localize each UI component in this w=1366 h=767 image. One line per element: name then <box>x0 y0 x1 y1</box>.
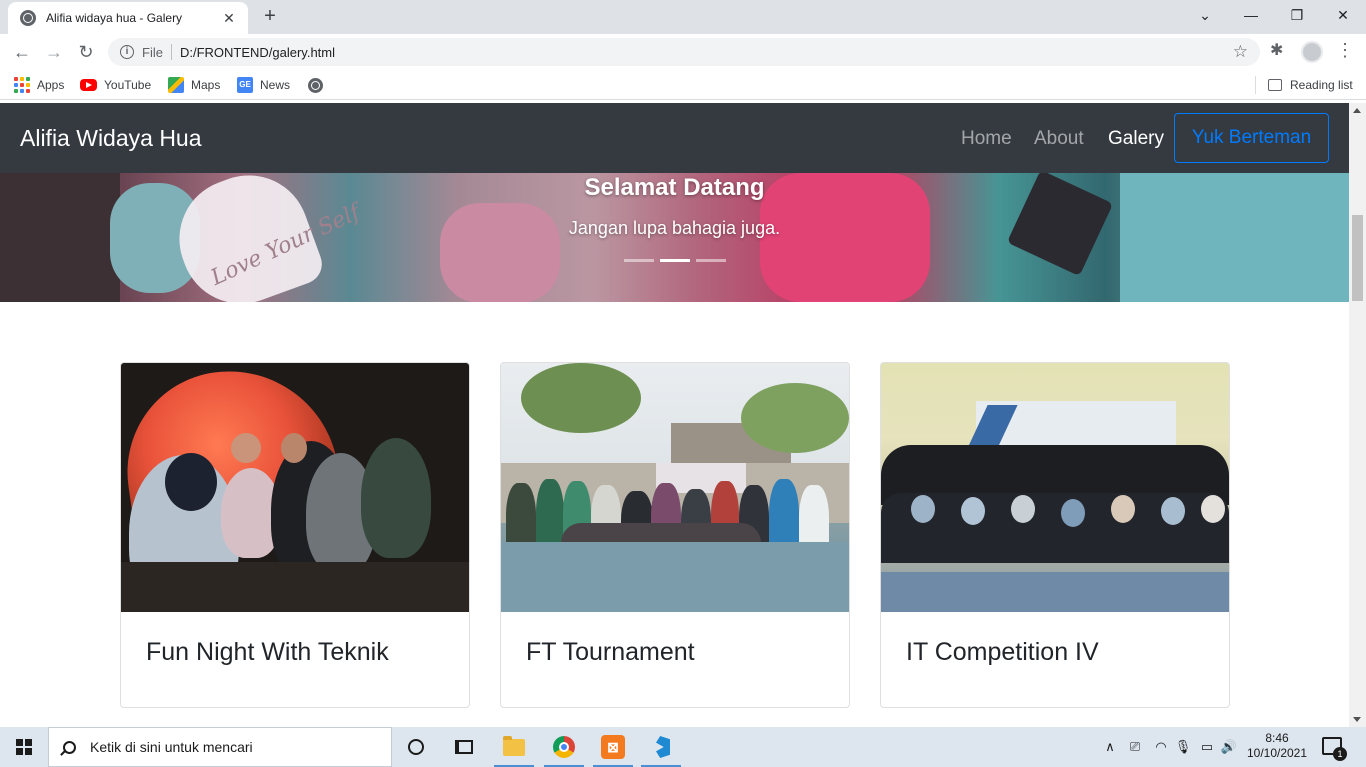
tab-search-icon[interactable]: ⌄ <box>1182 4 1228 26</box>
tray-chevron-icon[interactable]: ∧ <box>1100 727 1120 767</box>
browser-toolbar: ← → ↻ i File D:/FRONTEND/galery.html ☆ ✱… <box>0 34 1366 70</box>
bookmark-apps[interactable]: Apps <box>14 76 64 94</box>
clock-date: 10/10/2021 <box>1246 746 1308 760</box>
reading-list-icon <box>1268 79 1282 91</box>
bookmark-maps-label: Maps <box>191 78 221 92</box>
windows-icon <box>16 739 32 755</box>
info-icon[interactable]: i <box>120 45 134 59</box>
nav-link-home[interactable]: Home <box>961 128 1012 150</box>
vscode-button[interactable] <box>637 727 685 767</box>
gallery-card[interactable]: Fun Night With Teknik <box>120 362 470 708</box>
xampp-icon: ⊠ <box>601 735 625 759</box>
taskbar-search-placeholder: Ketik di sini untuk mencari <box>90 739 253 755</box>
task-view-button[interactable] <box>440 727 488 767</box>
bookmark-news-label: News <box>260 78 291 92</box>
hero-carousel: Love Your Self Selamat Datang Jangan lup… <box>0 173 1349 302</box>
start-button[interactable] <box>0 727 48 767</box>
file-explorer-button[interactable] <box>490 727 538 767</box>
carousel-indicator[interactable] <box>624 259 654 262</box>
cortana-button[interactable] <box>392 727 440 767</box>
close-window-button[interactable]: ✕ <box>1320 4 1366 26</box>
back-button[interactable]: ← <box>10 40 34 64</box>
site-navbar: Alifia Widaya Hua Home About Galery Yuk … <box>0 103 1349 173</box>
bookmark-globe[interactable] <box>308 76 323 94</box>
reading-list-label: Reading list <box>1290 78 1353 92</box>
address-bar[interactable]: i File D:/FRONTEND/galery.html ☆ <box>108 38 1260 66</box>
bookmarks-bar: Apps YouTube Maps GE News Reading list <box>0 70 1366 100</box>
globe-icon <box>308 77 323 93</box>
bookmark-youtube[interactable]: YouTube <box>80 76 151 94</box>
card-title: IT Competition IV <box>906 638 1099 666</box>
page-scrollbar[interactable] <box>1349 103 1366 727</box>
browser-tab[interactable]: Alifia widaya hua - Galery ✕ <box>8 2 248 34</box>
cortana-icon <box>408 739 424 755</box>
profile-avatar[interactable] <box>1301 41 1323 63</box>
volume-icon[interactable]: 🔊 <box>1218 727 1240 767</box>
card-image <box>881 363 1229 612</box>
scroll-thumb[interactable] <box>1352 215 1363 301</box>
wifi-icon[interactable]: ◠ <box>1150 727 1172 767</box>
yuk-berteman-button[interactable]: Yuk Berteman <box>1174 113 1329 163</box>
carousel-indicators <box>624 259 726 262</box>
notification-badge: 1 <box>1333 747 1347 761</box>
windows-taskbar: Ketik di sini untuk mencari ⊠ ∧ ⎚ ◠ 🎙 ▭ … <box>0 727 1366 767</box>
folder-icon <box>503 735 525 756</box>
scroll-down-icon[interactable] <box>1353 717 1361 722</box>
card-image <box>121 363 469 612</box>
xampp-button[interactable]: ⊠ <box>589 727 637 767</box>
close-tab-icon[interactable]: ✕ <box>220 10 238 27</box>
nav-link-galery[interactable]: Galery <box>1108 128 1164 150</box>
task-view-icon <box>455 740 473 754</box>
forward-button[interactable]: → <box>42 40 66 64</box>
nav-link-about[interactable]: About <box>1034 128 1084 150</box>
vscode-icon <box>650 736 672 758</box>
bookmarks-divider <box>1255 76 1256 94</box>
search-icon <box>63 740 76 754</box>
scheme-label: File <box>142 44 163 60</box>
bookmark-apps-label: Apps <box>37 78 65 92</box>
bookmark-youtube-label: YouTube <box>104 78 152 92</box>
microphone-icon[interactable]: 🎙 <box>1172 727 1194 767</box>
gallery-card[interactable]: FT Tournament <box>500 362 850 708</box>
battery-icon[interactable]: ▭ <box>1196 727 1218 767</box>
chrome-icon <box>553 736 575 758</box>
minimize-button[interactable]: — <box>1228 4 1274 26</box>
site-brand[interactable]: Alifia Widaya Hua <box>20 125 202 152</box>
bookmark-star-icon[interactable]: ☆ <box>1233 42 1248 62</box>
apps-grid-icon <box>14 77 30 93</box>
bookmark-news[interactable]: GE News <box>237 76 290 94</box>
hero-title: Selamat Datang <box>584 174 765 201</box>
gallery-card[interactable]: IT Competition IV <box>880 362 1230 708</box>
carousel-indicator[interactable] <box>696 259 726 262</box>
address-divider <box>170 44 172 60</box>
youtube-icon <box>80 79 97 91</box>
page-viewport: Alifia Widaya Hua Home About Galery Yuk … <box>0 103 1349 727</box>
news-icon: GE <box>237 77 253 93</box>
card-title: FT Tournament <box>526 638 695 666</box>
bookmark-maps[interactable]: Maps <box>168 76 220 94</box>
tab-title: Alifia widaya hua - Galery <box>46 11 183 25</box>
url-text[interactable]: D:/FRONTEND/galery.html <box>180 45 335 60</box>
card-title: Fun Night With Teknik <box>146 638 389 666</box>
taskbar-search[interactable]: Ketik di sini untuk mencari <box>48 727 392 767</box>
taskbar-clock[interactable]: 8:46 10/10/2021 <box>1244 731 1310 761</box>
browser-menu-icon[interactable]: ⋮ <box>1336 40 1354 61</box>
scroll-up-icon[interactable] <box>1353 108 1361 113</box>
restore-button[interactable]: ❐ <box>1274 4 1320 26</box>
chrome-button[interactable] <box>540 727 588 767</box>
card-image <box>501 363 849 612</box>
maps-icon <box>168 77 184 93</box>
extensions-icon[interactable]: ✱ <box>1270 40 1283 60</box>
new-tab-button[interactable]: + <box>259 6 281 28</box>
meet-now-icon[interactable]: ⎚ <box>1124 727 1146 767</box>
reading-list-button[interactable]: Reading list <box>1268 76 1353 94</box>
carousel-indicator[interactable] <box>660 259 690 262</box>
reload-button[interactable]: ↻ <box>74 40 98 64</box>
gallery-cards: Fun Night With Teknik FT Tournament IT C… <box>120 362 1230 708</box>
tab-strip: Alifia widaya hua - Galery ✕ + ⌄ — ❐ ✕ <box>0 0 1366 34</box>
hero-subtitle: Jangan lupa bahagia juga. <box>568 218 781 238</box>
globe-icon <box>20 10 36 26</box>
clock-time: 8:46 <box>1265 731 1289 745</box>
